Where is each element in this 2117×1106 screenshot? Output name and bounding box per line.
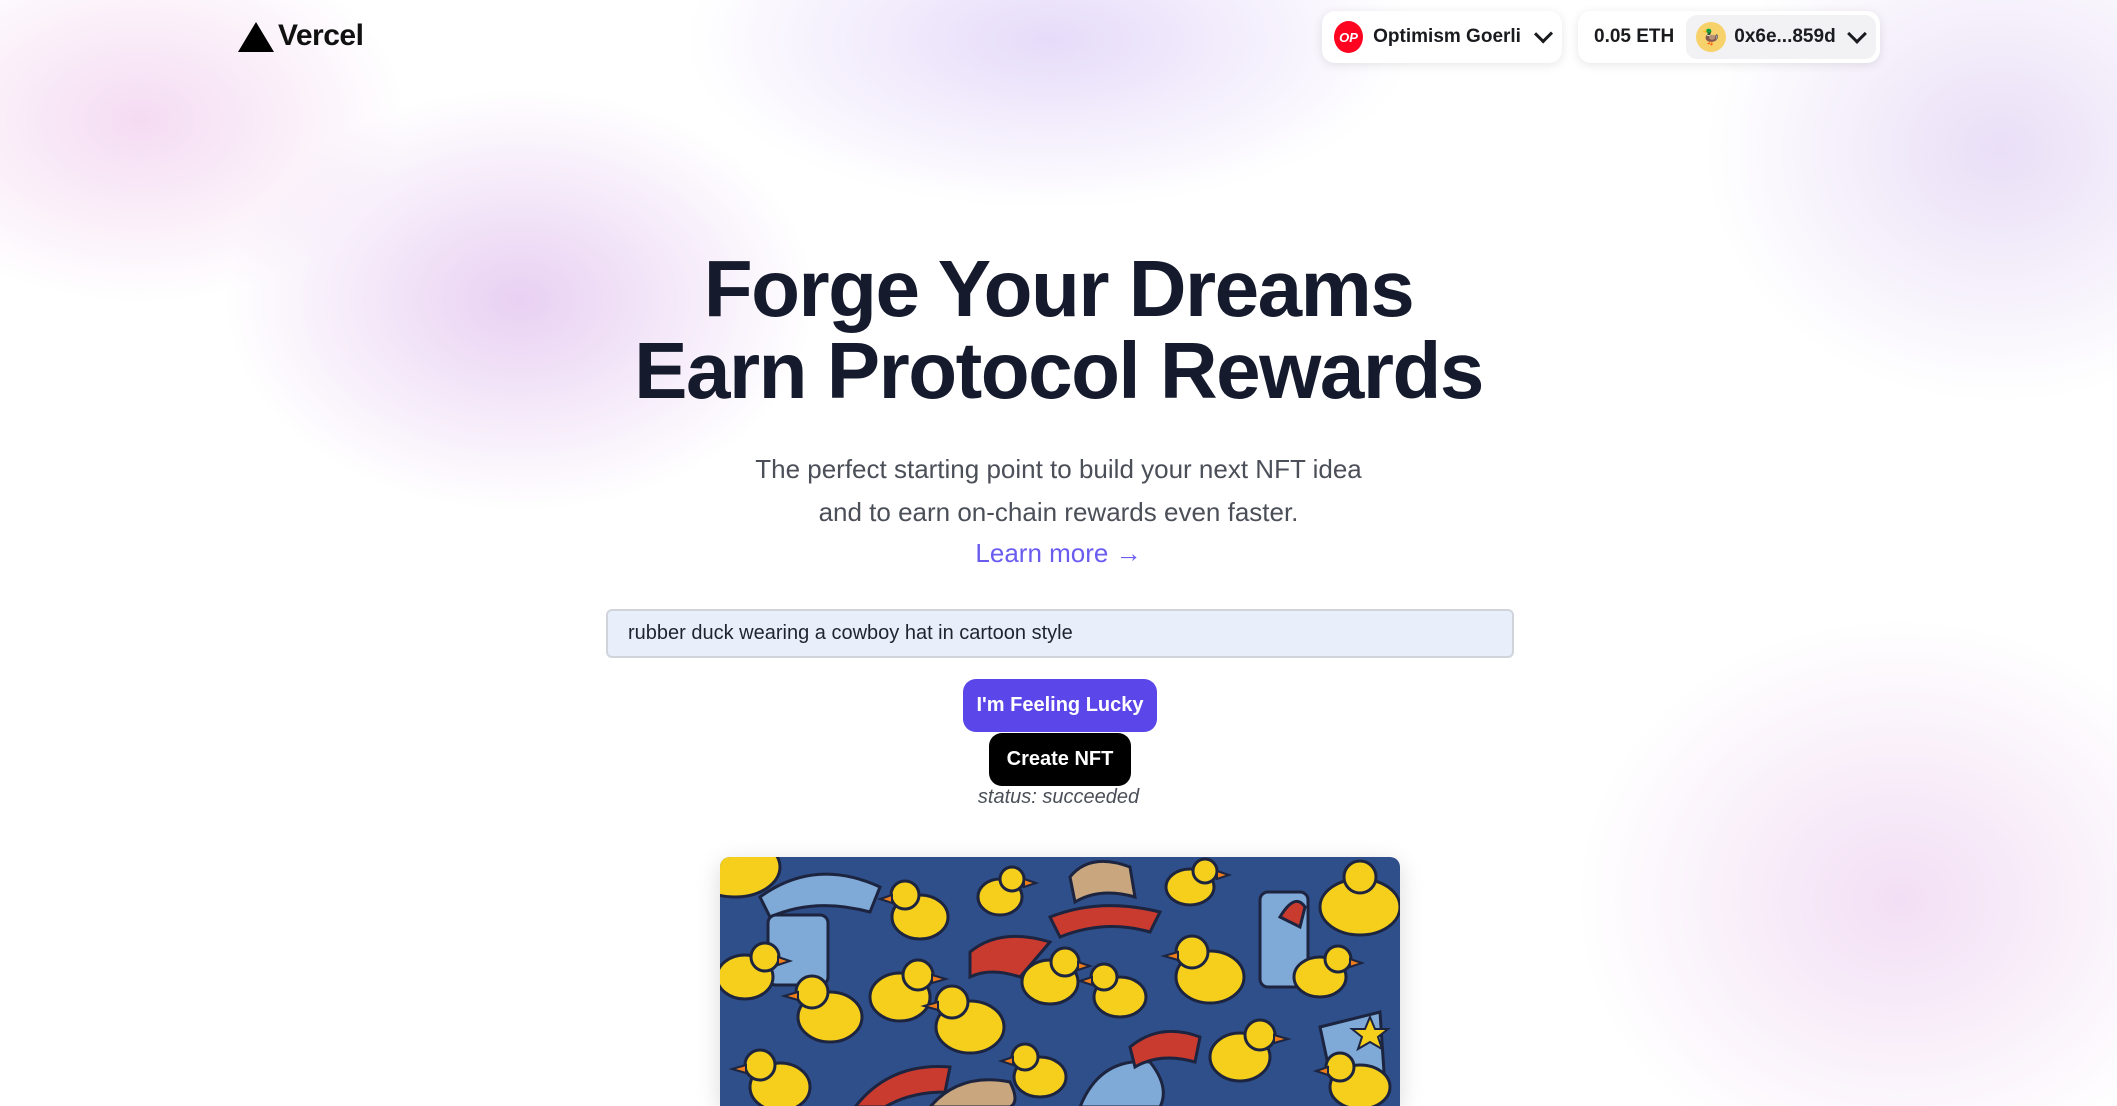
hero-title: Forge Your Dreams Earn Protocol Rewards [0,248,2117,412]
vercel-triangle-icon [238,22,274,52]
wallet-account-pill: 0.05 ETH 🦆 0x6e...859d [1578,11,1880,63]
feeling-lucky-button[interactable]: I'm Feeling Lucky [963,679,1157,732]
hero-title-line-1: Forge Your Dreams [703,244,1415,333]
hero-subtitle-line-2: and to earn on-chain rewards even faster… [818,497,1299,527]
chain-name: Optimism Goerli [1373,26,1521,47]
chevron-down-icon [1533,24,1554,44]
prompt-input[interactable] [606,609,1514,658]
status-text: status: succeeded [977,786,1140,808]
generated-nft-image [720,857,1400,1106]
create-nft-button[interactable]: Create NFT [989,733,1131,786]
chevron-down-icon [1846,24,1867,44]
wallet-address: 0x6e...859d [1734,26,1836,47]
learn-more-link[interactable]: Learn more → [0,538,2117,569]
optimism-chain-icon: OP [1334,21,1364,53]
account-avatar-icon: 🦆 [1696,22,1727,52]
logo-text: Vercel [278,19,364,52]
vercel-logo[interactable]: Vercel [238,18,364,54]
page: Vercel OP Optimism Goerli 0.05 ETH 🦆 0x6… [0,0,2117,1106]
hero-subtitle-line-1: The perfect starting point to build your… [755,454,1362,484]
chain-selector-button[interactable]: OP Optimism Goerli [1322,11,1562,63]
hero-title-line-2: Earn Protocol Rewards [634,326,1484,415]
eth-balance: 0.05 ETH [1594,26,1675,47]
rubber-duck-pattern-illustration [720,857,1400,1106]
account-button[interactable]: 🦆 0x6e...859d [1686,15,1876,59]
hero-subtitle: The perfect starting point to build your… [0,448,2117,534]
